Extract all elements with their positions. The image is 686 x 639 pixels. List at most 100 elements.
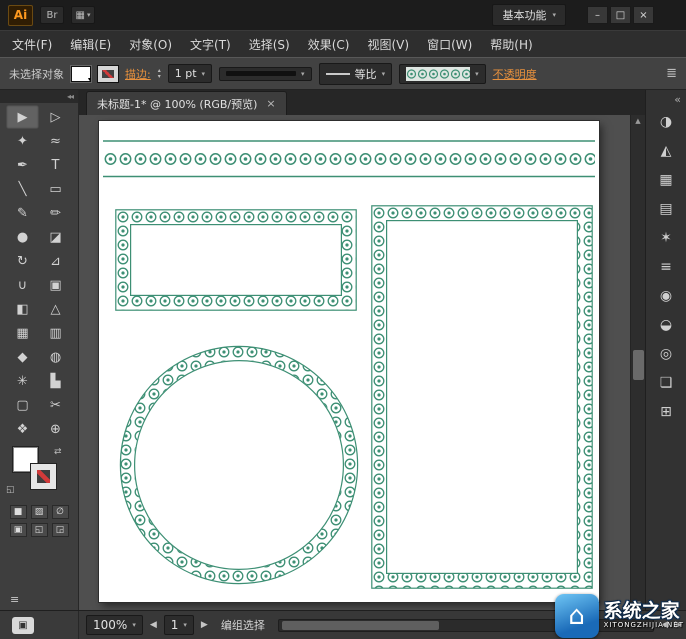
menu-item[interactable]: 窗口(W)	[418, 31, 481, 58]
none-button[interactable]: ∅	[52, 505, 69, 519]
vertical-scroll-thumb[interactable]	[633, 350, 644, 380]
menu-item[interactable]: 对象(O)	[120, 31, 181, 58]
stroke-panel-icon[interactable]: ≡	[649, 253, 683, 281]
draw-behind-button[interactable]: ◱	[31, 523, 48, 537]
eraser-tool[interactable]: ◪	[39, 225, 72, 249]
opacity-link[interactable]: 不透明度	[493, 66, 537, 82]
menu-item[interactable]: 效果(C)	[299, 31, 359, 58]
ornamental-circle-frame[interactable]	[119, 345, 359, 585]
workspace-switcher[interactable]: 基本功能 ▾	[492, 4, 566, 26]
transparency-panel-icon[interactable]: ◒	[649, 311, 683, 339]
bridge-icon[interactable]: Br	[40, 6, 64, 24]
draw-normal-button[interactable]: ▣	[10, 523, 27, 537]
control-panel-menu-icon[interactable]: ≣	[666, 66, 677, 81]
minimize-button[interactable]: –	[587, 6, 608, 24]
scale-tool[interactable]: ⊿	[39, 249, 72, 273]
menu-item[interactable]: 帮助(H)	[481, 31, 541, 58]
brushes-panel-icon[interactable]: ▤	[649, 195, 683, 223]
artboard[interactable]	[99, 121, 599, 602]
selection-tool[interactable]: ▶	[6, 105, 39, 129]
ornamental-border-strip[interactable]	[103, 139, 595, 179]
stroke-color-box[interactable]	[31, 464, 56, 489]
shape-builder-tool[interactable]: ◧	[6, 297, 39, 321]
close-button[interactable]: ×	[633, 6, 654, 24]
draw-inside-button[interactable]: ◲	[52, 523, 69, 537]
color-guide-panel-icon[interactable]: ◭	[649, 137, 683, 165]
appearance-panel-icon[interactable]: ◎	[649, 340, 683, 368]
stroke-width-dropdown[interactable]: 1 pt ▾	[168, 64, 212, 83]
collapse-panels-icon[interactable]: «	[647, 91, 685, 107]
stroke-width-stepper[interactable]: ▴ ▾	[158, 68, 161, 80]
eyedropper-tool[interactable]: ◆	[6, 345, 39, 369]
lasso-tool[interactable]: ≈	[39, 129, 72, 153]
brush-definition-dropdown[interactable]: ▾	[399, 64, 486, 84]
maximize-button[interactable]: □	[610, 6, 631, 24]
direct-selection-tool[interactable]: ▷	[39, 105, 72, 129]
close-tab-icon[interactable]: ×	[266, 97, 275, 110]
blob-brush-tool[interactable]: ●	[6, 225, 39, 249]
symbols-panel-icon[interactable]: ✶	[649, 224, 683, 252]
menu-item[interactable]: 文字(T)	[181, 31, 240, 58]
perspective-grid-tool[interactable]: △	[39, 297, 72, 321]
screen-mode-button[interactable]: ▣	[12, 617, 34, 634]
ornamental-rect-frame[interactable]	[115, 209, 357, 311]
stepper-down-icon[interactable]: ▾	[158, 74, 161, 80]
prev-artboard-button[interactable]: ◀	[150, 620, 157, 630]
stroke-color-swatch[interactable]	[98, 66, 118, 82]
magic-wand-tool[interactable]: ✦	[6, 129, 39, 153]
tools-grid: ▶▷✦≈✒T╲▭✎✏●◪↻⊿∪▣◧△▦▥◆ ◍ ✳▙▢✂❖⊕	[0, 103, 78, 441]
document-tab[interactable]: 未标题-1* @ 100% (RGB/预览) ×	[86, 91, 287, 115]
swap-fill-stroke-icon[interactable]: ⇄	[54, 447, 62, 457]
line-segment-tool[interactable]: ╲	[6, 177, 39, 201]
pencil-tool[interactable]: ✏	[39, 201, 72, 225]
ornamental-tall-frame[interactable]	[371, 205, 593, 589]
title-bar: Ai Br ▦ ▾ 基本功能 ▾ – □ ×	[0, 0, 686, 30]
toolbar-footer-icon[interactable]: ≡	[0, 589, 78, 610]
artboard-tool[interactable]: ▢	[6, 393, 39, 417]
canvas-area[interactable]: ▲ ▼	[79, 115, 645, 610]
width-profile-dropdown[interactable]: 等比 ▾	[319, 63, 393, 85]
vertical-scrollbar[interactable]: ▲ ▼	[630, 115, 645, 610]
horizontal-scroll-thumb[interactable]	[282, 621, 439, 630]
color-button[interactable]: ■	[10, 505, 27, 519]
scroll-up-icon[interactable]: ▲	[635, 117, 640, 125]
illustrator-window: Ai Br ▦ ▾ 基本功能 ▾ – □ × 文件(F)编辑(E)对象(O)文字…	[0, 0, 686, 639]
stroke-link[interactable]: 描边:	[125, 66, 151, 82]
menu-item[interactable]: 视图(V)	[358, 31, 418, 58]
gradient-panel-icon[interactable]: ◉	[649, 282, 683, 310]
menu-item[interactable]: 选择(S)	[240, 31, 299, 58]
grid-icon: ▦	[76, 10, 85, 21]
width-tool[interactable]: ∪	[6, 273, 39, 297]
swatches-panel-icon[interactable]: ▦	[649, 166, 683, 194]
zoom-tool[interactable]: ⊕	[39, 417, 72, 441]
gradient-button[interactable]: ▨	[31, 505, 48, 519]
rectangle-tool[interactable]: ▭	[39, 177, 72, 201]
toolbar-collapse-icon[interactable]: ◂◂	[0, 90, 78, 103]
hand-tool[interactable]: ❖	[6, 417, 39, 441]
free-transform-tool[interactable]: ▣	[39, 273, 72, 297]
fill-color-swatch[interactable]: ▾	[71, 66, 91, 82]
default-colors-icon[interactable]: ◱	[6, 485, 15, 495]
paintbrush-tool[interactable]: ✎	[6, 201, 39, 225]
symbol-sprayer-tool[interactable]: ✳	[6, 369, 39, 393]
arrange-documents-icon[interactable]: ▦ ▾	[71, 6, 95, 24]
type-tool[interactable]: T	[39, 153, 72, 177]
mesh-tool[interactable]: ▦	[6, 321, 39, 345]
layers-panel-icon[interactable]: ❏	[649, 369, 683, 397]
next-artboard-button[interactable]: ▶	[201, 620, 208, 630]
slice-tool[interactable]: ✂	[39, 393, 72, 417]
color-panel-icon[interactable]: ◑	[649, 108, 683, 136]
rotate-tool[interactable]: ↻	[6, 249, 39, 273]
line-style-preview	[226, 71, 296, 76]
zoom-dropdown[interactable]: 100% ▾	[86, 615, 143, 635]
blend-tool[interactable]: ◍	[39, 345, 72, 369]
artboard-navigation-field[interactable]: 1 ▾	[164, 615, 194, 635]
gradient-tool[interactable]: ▥	[39, 321, 72, 345]
column-graph-tool[interactable]: ▙	[39, 369, 72, 393]
stroke-style-dropdown[interactable]: ▾	[219, 67, 312, 81]
artboards-panel-icon[interactable]: ⊞	[649, 398, 683, 426]
tool-icon: ◍	[50, 350, 61, 365]
pen-tool[interactable]: ✒	[6, 153, 39, 177]
menu-item[interactable]: 编辑(E)	[61, 31, 120, 58]
menu-item[interactable]: 文件(F)	[3, 31, 61, 58]
